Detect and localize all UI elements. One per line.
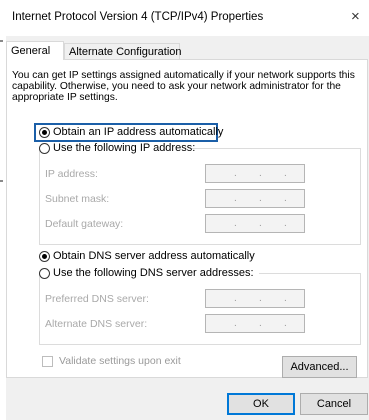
tab-general[interactable]: General [6, 41, 64, 60]
ip-address-label: IP address: [45, 168, 98, 180]
preferred-dns-label: Preferred DNS server: [45, 293, 149, 305]
edge-tick [0, 40, 3, 42]
dns-settings-group [39, 273, 361, 345]
validate-checkbox[interactable] [42, 355, 53, 367]
ok-button[interactable]: OK [227, 393, 295, 415]
validate-settings-checkbox-row[interactable]: Validate settings upon exit [42, 355, 181, 367]
radio-checked-icon [39, 250, 50, 262]
cancel-button[interactable]: Cancel [300, 393, 368, 415]
ip-manual-radio[interactable]: Use the following IP address: [39, 141, 195, 155]
group-line [192, 148, 361, 149]
radio-unchecked-icon [39, 267, 50, 279]
dns-manual-label: Use the following DNS server addresses: [53, 267, 254, 279]
dialog-title: Internet Protocol Version 4 (TCP/IPv4) P… [12, 11, 264, 23]
default-gateway-input[interactable]: ... [205, 214, 305, 233]
close-icon[interactable]: × [351, 8, 369, 26]
alternate-dns-label: Alternate DNS server: [45, 318, 148, 330]
tcpip-properties-dialog: Internet Protocol Version 4 (TCP/IPv4) P… [6, 0, 369, 420]
general-tab-panel: You can get IP settings assigned automat… [6, 59, 368, 378]
edge-tick [0, 180, 3, 182]
radio-checked-icon [39, 126, 50, 138]
ip-manual-label: Use the following IP address: [53, 142, 196, 154]
validate-label: Validate settings upon exit [59, 355, 181, 367]
subnet-mask-label: Subnet mask: [45, 193, 110, 205]
title-bar: Internet Protocol Version 4 (TCP/IPv4) P… [6, 0, 369, 36]
dns-manual-radio[interactable]: Use the following DNS server addresses: [39, 266, 254, 280]
advanced-button[interactable]: Advanced... [282, 356, 357, 378]
alternate-dns-input[interactable]: ... [205, 314, 305, 333]
subnet-mask-input[interactable]: ... [205, 189, 305, 208]
ip-address-input[interactable]: ... [205, 164, 305, 183]
default-gateway-label: Default gateway: [45, 218, 124, 230]
group-line [259, 273, 361, 274]
tab-alternate-configuration[interactable]: Alternate Configuration [64, 43, 182, 60]
ip-auto-radio[interactable]: Obtain an IP address automatically [39, 125, 223, 139]
dns-auto-label: Obtain DNS server address automatically [53, 250, 255, 262]
radio-unchecked-icon [39, 142, 50, 154]
ip-auto-label: Obtain an IP address automatically [53, 126, 224, 138]
info-text: You can get IP settings assigned automat… [12, 70, 355, 103]
dns-auto-radio[interactable]: Obtain DNS server address automatically [39, 249, 255, 263]
preferred-dns-input[interactable]: ... [205, 289, 305, 308]
